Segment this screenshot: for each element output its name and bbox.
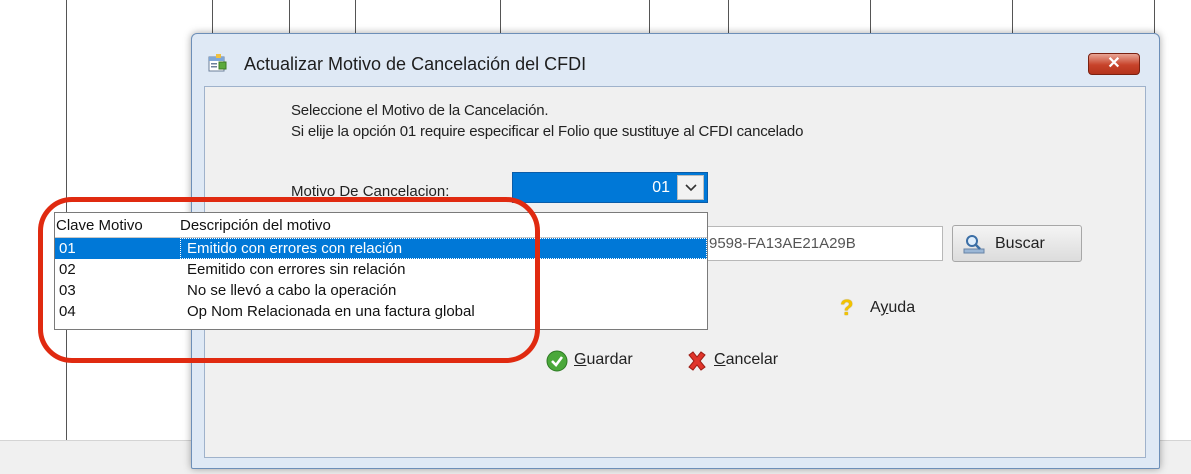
help-question-icon: ? (840, 295, 854, 320)
cancelar-label: Cancelar (714, 351, 779, 368)
check-icon (546, 350, 568, 372)
instruction-line-2: Si elije la opción 01 require especifica… (291, 123, 804, 140)
grid-line (728, 0, 729, 33)
instruction-line-1: Seleccione el Motivo de la Cancelación. (291, 102, 549, 119)
guardar-label: Guardar (574, 351, 633, 368)
title-bar[interactable]: Actualizar Motivo de Cancelación del CFD… (192, 34, 1159, 86)
chevron-down-icon[interactable] (677, 175, 704, 200)
close-button[interactable]: ✕ (1088, 53, 1140, 75)
grid-line (355, 0, 356, 33)
x-cancel-icon (686, 350, 708, 372)
grid-line (212, 0, 213, 33)
folio-sustituto-input[interactable]: 9598-FA13AE21A29B (688, 226, 943, 261)
motivo-selected-value: 01 (652, 179, 670, 196)
dialog-title: Actualizar Motivo de Cancelación del CFD… (244, 54, 587, 74)
highlight-annotation (38, 197, 540, 363)
app-form-icon (208, 54, 228, 72)
buscar-label: Buscar (995, 235, 1045, 252)
grid-line (500, 0, 501, 33)
grid-line (289, 0, 290, 33)
grid-line (870, 0, 871, 33)
grid-line (1012, 0, 1013, 33)
motivo-combobox[interactable]: 01 (512, 172, 708, 203)
buscar-button[interactable]: Buscar (952, 225, 1082, 262)
close-icon: ✕ (1107, 55, 1121, 72)
grid-line (1154, 0, 1155, 33)
ayuda-label: Ayuda (870, 299, 916, 316)
grid-line (649, 0, 650, 33)
search-magnifier-icon (963, 234, 985, 254)
